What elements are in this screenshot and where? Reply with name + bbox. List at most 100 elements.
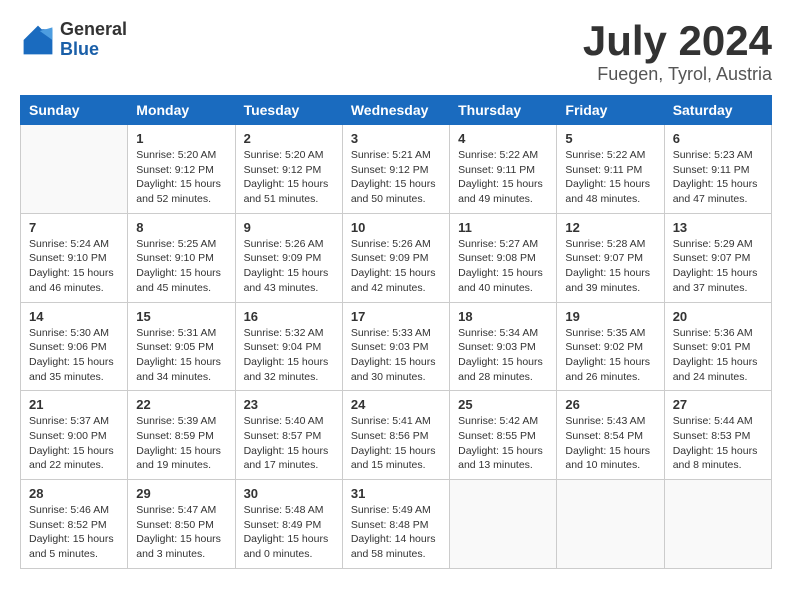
table-row: 7Sunrise: 5:24 AMSunset: 9:10 PMDaylight…	[21, 213, 128, 302]
day-number: 6	[673, 131, 763, 146]
table-row	[21, 125, 128, 214]
table-row: 6 Sunrise: 5:23 AMSunset: 9:11 PMDaylight…	[664, 125, 771, 214]
day-number: 16	[244, 309, 334, 324]
table-row: 9 Sunrise: 5:26 AMSunset: 9:09 PMDaylight…	[235, 213, 342, 302]
day-number: 9	[244, 220, 334, 235]
logo-general-text: General	[60, 20, 127, 40]
logo: General Blue	[20, 20, 127, 60]
day-number: 24	[351, 397, 441, 412]
table-row: 26 Sunrise: 5:43 AMSunset: 8:54 PMDayligh…	[557, 391, 664, 480]
day-number: 4	[458, 131, 548, 146]
table-row: 4Sunrise: 5:22 AMSunset: 9:11 PMDaylight…	[450, 125, 557, 214]
table-row	[664, 480, 771, 569]
table-row: 20 Sunrise: 5:36 AMSunset: 9:01 PMDayligh…	[664, 302, 771, 391]
logo-text: General Blue	[60, 20, 127, 60]
day-info: Sunrise: 5:35 AMSunset: 9:02 PMDaylight:…	[565, 326, 655, 385]
page-header: General Blue July 2024 Fuegen, Tyrol, Au…	[20, 20, 772, 85]
calendar-table: SundayMondayTuesdayWednesdayThursdayFrid…	[20, 95, 772, 569]
day-info: Sunrise: 5:46 AMSunset: 8:52 PMDaylight:…	[29, 503, 119, 562]
table-row	[450, 480, 557, 569]
table-row: 23Sunrise: 5:40 AMSunset: 8:57 PMDayligh…	[235, 391, 342, 480]
calendar-header: SundayMondayTuesdayWednesdayThursdayFrid…	[21, 96, 772, 125]
day-number: 25	[458, 397, 548, 412]
table-row: 29Sunrise: 5:47 AMSunset: 8:50 PMDayligh…	[128, 480, 235, 569]
day-info: Sunrise: 5:27 AMSunset: 9:08 PMDaylight:…	[458, 237, 548, 296]
week-row-2: 7Sunrise: 5:24 AMSunset: 9:10 PMDaylight…	[21, 213, 772, 302]
day-number: 10	[351, 220, 441, 235]
day-info: Sunrise: 5:36 AMSunset: 9:01 PMDaylight:…	[673, 326, 763, 385]
day-info: Sunrise: 5:20 AMSunset: 9:12 PMDaylight:…	[136, 148, 226, 207]
day-info: Sunrise: 5:39 AMSunset: 8:59 PMDaylight:…	[136, 414, 226, 473]
day-number: 12	[565, 220, 655, 235]
table-row: 14Sunrise: 5:30 AMSunset: 9:06 PMDayligh…	[21, 302, 128, 391]
day-info: Sunrise: 5:26 AMSunset: 9:09 PMDaylight:…	[351, 237, 441, 296]
day-number: 8	[136, 220, 226, 235]
day-number: 26	[565, 397, 655, 412]
day-info: Sunrise: 5:44 AMSunset: 8:53 PMDaylight:…	[673, 414, 763, 473]
week-row-3: 14Sunrise: 5:30 AMSunset: 9:06 PMDayligh…	[21, 302, 772, 391]
week-row-4: 21 Sunrise: 5:37 AMSunset: 9:00 PMDayligh…	[21, 391, 772, 480]
month-year-title: July 2024	[583, 20, 772, 62]
table-row: 16 Sunrise: 5:32 AMSunset: 9:04 PMDayligh…	[235, 302, 342, 391]
table-row: 15Sunrise: 5:31 AMSunset: 9:05 PMDayligh…	[128, 302, 235, 391]
table-row: 12Sunrise: 5:28 AMSunset: 9:07 PMDayligh…	[557, 213, 664, 302]
week-row-1: 1 Sunrise: 5:20 AMSunset: 9:12 PMDaylight…	[21, 125, 772, 214]
day-info: Sunrise: 5:24 AMSunset: 9:10 PMDaylight:…	[29, 237, 119, 296]
day-info: Sunrise: 5:20 AMSunset: 9:12 PMDaylight:…	[244, 148, 334, 207]
day-info: Sunrise: 5:22 AMSunset: 9:11 PMDaylight:…	[565, 148, 655, 207]
table-row: 21 Sunrise: 5:37 AMSunset: 9:00 PMDayligh…	[21, 391, 128, 480]
day-number: 19	[565, 309, 655, 324]
day-number: 22	[136, 397, 226, 412]
day-info: Sunrise: 5:40 AMSunset: 8:57 PMDaylight:…	[244, 414, 334, 473]
day-info: Sunrise: 5:43 AMSunset: 8:54 PMDaylight:…	[565, 414, 655, 473]
day-number: 17	[351, 309, 441, 324]
day-number: 11	[458, 220, 548, 235]
day-info: Sunrise: 5:31 AMSunset: 9:05 PMDaylight:…	[136, 326, 226, 385]
location-subtitle: Fuegen, Tyrol, Austria	[583, 64, 772, 85]
table-row: 31Sunrise: 5:49 AMSunset: 8:48 PMDayligh…	[342, 480, 449, 569]
day-number: 5	[565, 131, 655, 146]
table-row: 30 Sunrise: 5:48 AMSunset: 8:49 PMDayligh…	[235, 480, 342, 569]
table-row: 22 Sunrise: 5:39 AMSunset: 8:59 PMDayligh…	[128, 391, 235, 480]
day-info: Sunrise: 5:37 AMSunset: 9:00 PMDaylight:…	[29, 414, 119, 473]
day-info: Sunrise: 5:21 AMSunset: 9:12 PMDaylight:…	[351, 148, 441, 207]
day-number: 21	[29, 397, 119, 412]
header-saturday: Saturday	[664, 96, 771, 125]
day-info: Sunrise: 5:29 AMSunset: 9:07 PMDaylight:…	[673, 237, 763, 296]
table-row: 25 Sunrise: 5:42 AMSunset: 8:55 PMDayligh…	[450, 391, 557, 480]
table-row: 10 Sunrise: 5:26 AMSunset: 9:09 PMDayligh…	[342, 213, 449, 302]
table-row: 1 Sunrise: 5:20 AMSunset: 9:12 PMDaylight…	[128, 125, 235, 214]
day-info: Sunrise: 5:34 AMSunset: 9:03 PMDaylight:…	[458, 326, 548, 385]
table-row: 28Sunrise: 5:46 AMSunset: 8:52 PMDayligh…	[21, 480, 128, 569]
table-row: 11 Sunrise: 5:27 AMSunset: 9:08 PMDayligh…	[450, 213, 557, 302]
table-row: 8Sunrise: 5:25 AMSunset: 9:10 PMDaylight…	[128, 213, 235, 302]
calendar-body: 1 Sunrise: 5:20 AMSunset: 9:12 PMDaylight…	[21, 125, 772, 569]
day-number: 2	[244, 131, 334, 146]
table-row: 17 Sunrise: 5:33 AMSunset: 9:03 PMDayligh…	[342, 302, 449, 391]
logo-icon	[20, 22, 56, 58]
table-row: 19 Sunrise: 5:35 AMSunset: 9:02 PMDayligh…	[557, 302, 664, 391]
table-row: 3 Sunrise: 5:21 AMSunset: 9:12 PMDaylight…	[342, 125, 449, 214]
day-info: Sunrise: 5:49 AMSunset: 8:48 PMDaylight:…	[351, 503, 441, 562]
table-row: 13Sunrise: 5:29 AMSunset: 9:07 PMDayligh…	[664, 213, 771, 302]
header-wednesday: Wednesday	[342, 96, 449, 125]
day-info: Sunrise: 5:32 AMSunset: 9:04 PMDaylight:…	[244, 326, 334, 385]
table-row: 24 Sunrise: 5:41 AMSunset: 8:56 PMDayligh…	[342, 391, 449, 480]
day-info: Sunrise: 5:48 AMSunset: 8:49 PMDaylight:…	[244, 503, 334, 562]
day-number: 27	[673, 397, 763, 412]
day-info: Sunrise: 5:33 AMSunset: 9:03 PMDaylight:…	[351, 326, 441, 385]
day-number: 3	[351, 131, 441, 146]
day-info: Sunrise: 5:41 AMSunset: 8:56 PMDaylight:…	[351, 414, 441, 473]
table-row	[557, 480, 664, 569]
day-number: 30	[244, 486, 334, 501]
day-info: Sunrise: 5:23 AMSunset: 9:11 PMDaylight:…	[673, 148, 763, 207]
header-sunday: Sunday	[21, 96, 128, 125]
table-row: 5 Sunrise: 5:22 AMSunset: 9:11 PMDaylight…	[557, 125, 664, 214]
day-number: 1	[136, 131, 226, 146]
day-info: Sunrise: 5:26 AMSunset: 9:09 PMDaylight:…	[244, 237, 334, 296]
table-row: 2 Sunrise: 5:20 AMSunset: 9:12 PMDaylight…	[235, 125, 342, 214]
day-number: 29	[136, 486, 226, 501]
day-info: Sunrise: 5:42 AMSunset: 8:55 PMDaylight:…	[458, 414, 548, 473]
day-number: 20	[673, 309, 763, 324]
day-number: 18	[458, 309, 548, 324]
